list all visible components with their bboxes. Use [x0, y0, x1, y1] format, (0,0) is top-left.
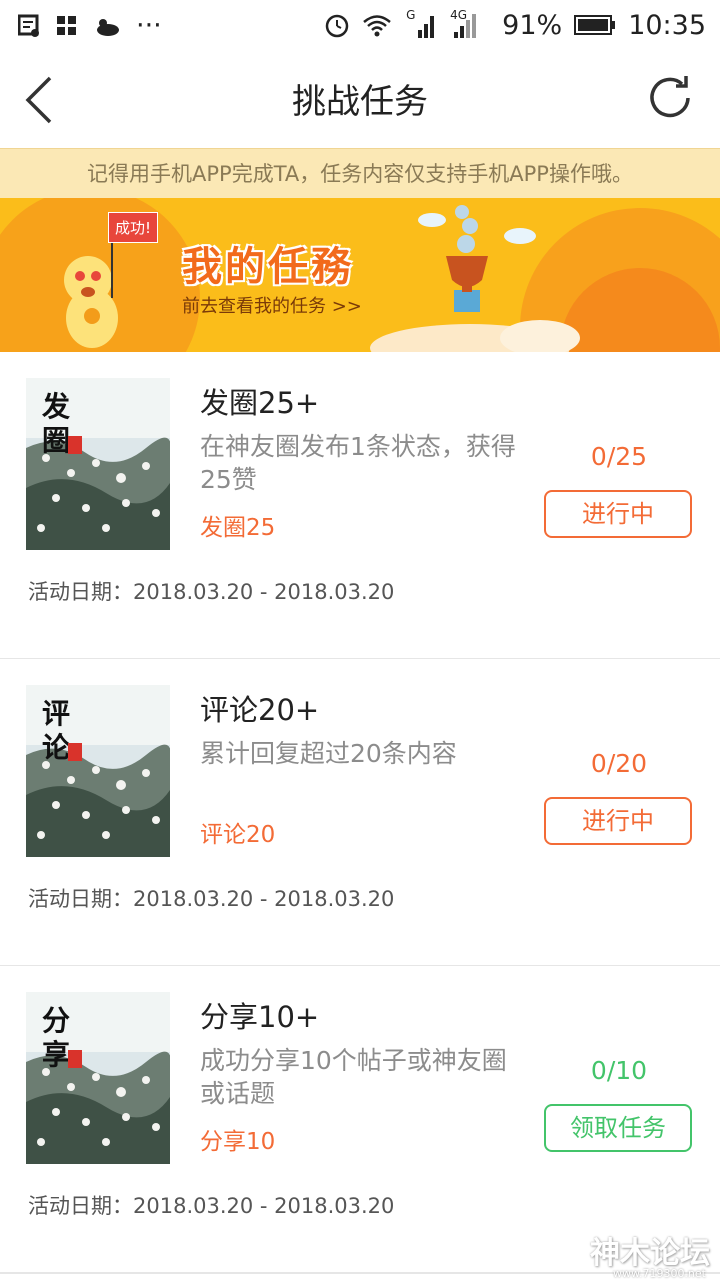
signal-1-icon: G	[404, 8, 438, 40]
watermark-url: www.719300.net	[612, 1267, 706, 1280]
task-description: 成功分享10个帖子或神友圈或话题	[200, 1046, 507, 1108]
status-right-icons: G 4G 91% 10:35	[324, 6, 706, 44]
weather-icon	[97, 18, 119, 36]
task-name: 发圈25+	[200, 386, 320, 420]
nav-bar: 挑战任务	[0, 50, 720, 148]
task-name: 评论20+	[200, 693, 320, 727]
watermark: 神木论坛	[590, 1236, 710, 1271]
banner-link[interactable]: 前去查看我的任务 >>	[182, 292, 362, 318]
more-icon: ···	[136, 10, 162, 41]
task-date: 活动日期：2018.03.20 - 2018.03.20	[28, 887, 395, 911]
task-description: 累计回复超过20条内容	[200, 739, 457, 768]
task-date: 活动日期：2018.03.20 - 2018.03.20	[28, 1194, 395, 1218]
task-card: 评论 评论20+ 累计回复超过20条内容 评论20 0/20 进行中 活动日期：…	[0, 659, 720, 967]
task-name: 分享10+	[200, 1000, 320, 1034]
battery-icon	[574, 15, 616, 35]
task-description: 在神友圈发布1条状态，获得25赞	[200, 432, 516, 494]
refresh-button[interactable]	[644, 72, 696, 124]
task-card: 发圈 发圈25+ 在神友圈发布1条状态，获得25赞 发圈25 0/25 进行中 …	[0, 352, 720, 660]
seal-stamp	[68, 743, 82, 761]
notification-icon	[18, 14, 39, 37]
notice-bar: 记得用手机APP完成TA，任务内容仅支持手机APP操作哦。	[0, 148, 720, 199]
my-tasks-banner[interactable]: 成功! 我的任務 前去查看我的任务 >>	[0, 198, 720, 352]
banner-title: 我的任務	[182, 244, 354, 290]
page-title: 挑战任务	[292, 82, 428, 122]
signal-2-icon: 4G	[450, 8, 490, 40]
refresh-icon	[650, 76, 690, 118]
status-bar: ··· G 4G 91% 10:35	[0, 0, 720, 50]
task-tag: 发圈25	[200, 515, 276, 541]
seal-stamp	[68, 436, 82, 454]
in-progress-button[interactable]: 进行中	[544, 490, 692, 538]
clock: 10:35	[628, 9, 706, 41]
in-progress-button[interactable]: 进行中	[544, 797, 692, 845]
task-tag: 评论20	[200, 822, 276, 848]
status-left-icons: ···	[18, 10, 162, 41]
wifi-icon	[363, 15, 391, 37]
apps-icon	[57, 15, 76, 35]
banner-flag: 成功!	[108, 212, 159, 243]
seal-stamp	[68, 1050, 82, 1068]
alarm-icon	[325, 14, 349, 38]
battery-percent: 91%	[502, 9, 563, 41]
task-date: 活动日期：2018.03.20 - 2018.03.20	[28, 580, 395, 604]
task-thumbnail: 发圈	[26, 378, 170, 550]
task-progress: 0/10	[590, 1056, 648, 1085]
claim-task-button[interactable]: 领取任务	[544, 1104, 692, 1152]
task-thumbnail: 分享	[26, 992, 170, 1164]
task-tag: 分享10	[200, 1129, 276, 1155]
task-thumbnail: 评论	[26, 685, 170, 857]
task-progress: 0/20	[590, 749, 648, 778]
task-progress: 0/25	[590, 442, 648, 471]
